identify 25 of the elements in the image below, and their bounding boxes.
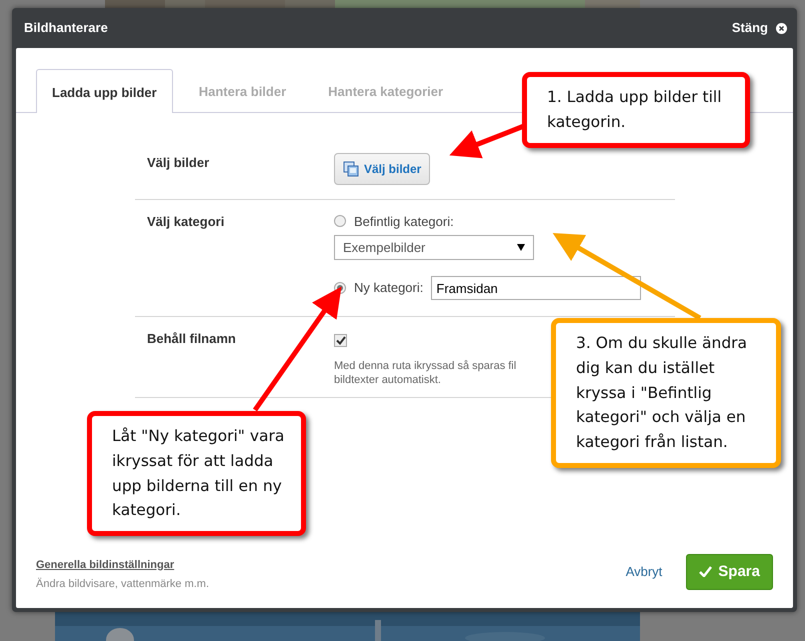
cancel-link[interactable]: Avbryt	[626, 562, 662, 582]
settings-link[interactable]: Generella bildinställningar	[36, 558, 174, 570]
settings-hint: Ändra bildvisare, vattenmärke m.m.	[36, 576, 210, 592]
callout: Låt "Ny kategori" vara ikryssat för att ladda upp bilderna till en ny kategori.	[87, 411, 306, 536]
dropdown-icon	[517, 244, 525, 251]
field-label: Behåll filnamn	[147, 330, 236, 348]
help-text: bildtexter automatiskt.	[334, 372, 441, 388]
field-label: Välj bilder	[147, 154, 210, 172]
help-text: Med denna ruta ikryssad så sparas fil	[334, 358, 516, 373]
tab[interactable]: Ladda upp bilder	[36, 69, 173, 112]
field-label: Välj kategori	[147, 212, 224, 231]
radio-button[interactable]	[334, 215, 346, 228]
callout: 1. Ladda upp bilder till kategorin.	[522, 72, 750, 148]
dialog-title: Bildhanterare	[24, 19, 108, 38]
close-icon[interactable]	[776, 22, 787, 34]
radio-label: Ny kategori:	[354, 279, 424, 298]
images-icon	[343, 160, 359, 176]
check-icon	[699, 566, 712, 578]
checkbox[interactable]	[334, 334, 347, 347]
callout: 3. Om du skulle ändra dig kan du istället kryssa i "Befintlig kategori" och välja en kategori från listan.	[551, 318, 781, 468]
choose-images-button[interactable]: Välj bilder	[334, 152, 430, 184]
category-dropdown[interactable]: Exempelbilder	[334, 235, 534, 260]
category-name-field[interactable]: Framsidan	[431, 276, 642, 300]
radio-label: Befintlig kategori:	[354, 212, 454, 231]
close-link[interactable]: Stäng	[732, 18, 768, 38]
